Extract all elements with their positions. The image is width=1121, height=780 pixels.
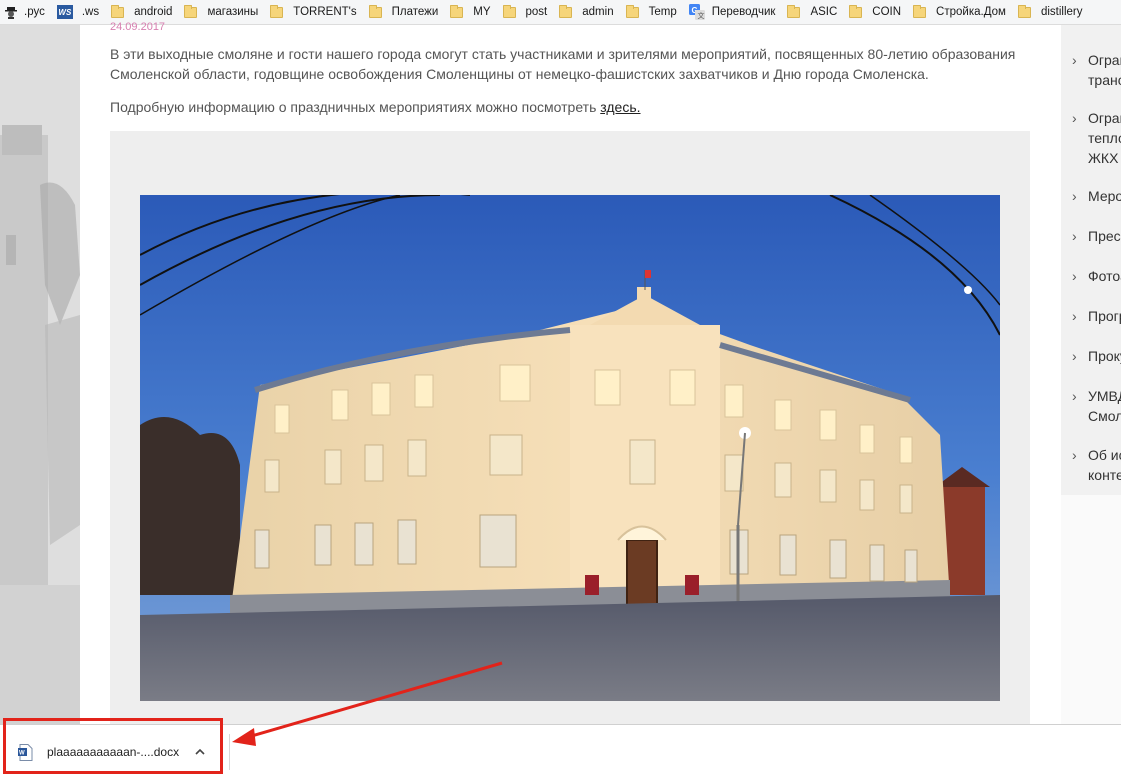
bookmark-label: TORRENT's <box>293 6 357 18</box>
bookmark-label: android <box>134 6 173 18</box>
bookmark-label: Платежи <box>391 6 439 18</box>
sidebar-item-police[interactable]: › УМВД Смоленск <box>1072 386 1121 426</box>
sidebar-item-label: УМВД <box>1088 388 1121 404</box>
more-info-text: Подробную информацию о праздничных мероп… <box>110 99 601 115</box>
sidebar-background <box>1061 495 1121 725</box>
sidebar-item-label: Мероприятия <box>1088 188 1121 204</box>
chevron-right-icon: › <box>1072 228 1077 244</box>
sidebar-item-label-line2: Смоленск <box>1088 408 1121 424</box>
ws-icon: WS <box>56 5 73 19</box>
chevron-right-icon: › <box>1072 52 1077 68</box>
bookmark-7[interactable]: MY <box>446 0 498 24</box>
bookmark-13[interactable]: COIN <box>845 0 909 24</box>
download-separator <box>229 734 230 770</box>
bookmark-12[interactable]: ASIC <box>783 0 845 24</box>
folder-icon <box>111 4 125 18</box>
folder-icon <box>1017 4 1031 18</box>
sidebar-item-heating[interactable]: › Ограничение теплоснабжения ЖКХ <box>1072 108 1121 168</box>
sidebar-item-label-line2: контента <box>1088 467 1121 483</box>
folder-icon <box>450 4 464 18</box>
sidebar-item-programs[interactable]: › Программа <box>1072 306 1121 326</box>
folder-icon <box>559 4 573 18</box>
sidebar-item-transport[interactable]: › Ограничение транспорта <box>1072 50 1121 90</box>
sidebar-item-label: Ограничение <box>1088 52 1121 68</box>
building-photo <box>140 195 1000 701</box>
google-translate-icon: G文 <box>688 4 705 20</box>
details-link[interactable]: здесь. <box>600 99 640 115</box>
folder-icon <box>625 4 639 18</box>
bookmark-10[interactable]: Temp <box>622 0 685 24</box>
folder-icon <box>849 4 863 18</box>
sidebar-item-photo[interactable]: › Фотоархив <box>1072 266 1121 286</box>
sidebar-item-label: Пресс-центр <box>1088 228 1121 244</box>
chevron-right-icon: › <box>1072 110 1077 126</box>
folder-icon <box>184 4 198 18</box>
sidebar-item-label: Программа <box>1088 308 1121 324</box>
spy-icon <box>5 7 17 19</box>
bookmark-5[interactable]: TORRENT's <box>266 0 364 24</box>
bookmark-label: post <box>525 6 548 18</box>
chevron-right-icon: › <box>1072 388 1077 404</box>
sidebar-item-label-line2: транспорта <box>1088 72 1121 88</box>
sidebar-item-events[interactable]: › Мероприятия <box>1072 186 1121 206</box>
bookmark-label: .рус <box>24 6 45 18</box>
bookmark-label: Переводчик <box>711 6 776 18</box>
sidebar-item-press[interactable]: › Пресс-центр <box>1072 226 1121 246</box>
article-date: 24.09.2017 <box>110 21 166 33</box>
bookmark-9[interactable]: admin <box>555 0 621 24</box>
sidebar-item-label-line3: ЖКХ <box>1088 150 1119 166</box>
bookmark-6[interactable]: Платежи <box>365 0 447 24</box>
bookmark-label: distillery <box>1040 6 1083 18</box>
folder-icon <box>913 4 927 18</box>
chevron-right-icon: › <box>1072 308 1077 324</box>
page-background-left <box>0 25 80 725</box>
bookmark-label: Temp <box>648 6 677 18</box>
chevron-right-icon: › <box>1072 447 1077 463</box>
chevron-right-icon: › <box>1072 268 1077 284</box>
sidebar-item-label: Прокуратура <box>1088 348 1121 364</box>
bookmark-8[interactable]: post <box>499 0 556 24</box>
svg-text:文: 文 <box>697 11 704 20</box>
chevron-right-icon: › <box>1072 348 1077 364</box>
bookmark-label: ASIC <box>810 6 838 18</box>
sidebar-item-label: Ограничение <box>1088 110 1121 126</box>
article-paragraph: В эти выходные смоляне и гости нашего го… <box>110 46 1016 82</box>
bookmark-label: MY <box>473 6 491 18</box>
bookmark-label: COIN <box>872 6 902 18</box>
folder-icon <box>368 4 382 18</box>
folder-icon <box>270 4 284 18</box>
sidebar-item-content-usage[interactable]: › Об использовании контента <box>1072 445 1121 485</box>
article-paragraph-more-info: Подробную информацию о праздничных мероп… <box>110 97 1040 117</box>
sidebar-item-label: Об использовании <box>1088 447 1121 463</box>
folder-icon <box>502 4 516 18</box>
bookmark-11[interactable]: G 文 Переводчик <box>685 0 784 24</box>
bookmark-label: Стройка.Дом <box>936 6 1006 18</box>
chevron-right-icon: › <box>1072 188 1077 204</box>
bookmark-2[interactable]: WS .ws <box>53 0 107 24</box>
bookmark-15[interactable]: distillery <box>1014 0 1091 24</box>
sidebar-item-label: Фотоархив <box>1088 268 1121 284</box>
bookmark-1[interactable]: .рус <box>0 0 53 24</box>
bookmark-label: admin <box>582 6 614 18</box>
highlight-box <box>3 718 223 774</box>
bookmark-4[interactable]: магазины <box>180 0 266 24</box>
sidebar-item-prosecutor[interactable]: › Прокуратура <box>1072 346 1121 366</box>
sidebar-item-label-line2: теплоснабжения <box>1088 130 1121 146</box>
bookmark-label: магазины <box>207 6 259 18</box>
bookmark-label: .ws <box>81 6 100 18</box>
bookmark-14[interactable]: Стройка.Дом <box>909 0 1014 24</box>
bookmarks-bar: .рус WS .ws android магазины TORRENT's Платежи… <box>0 0 1121 25</box>
folder-icon <box>787 4 801 18</box>
